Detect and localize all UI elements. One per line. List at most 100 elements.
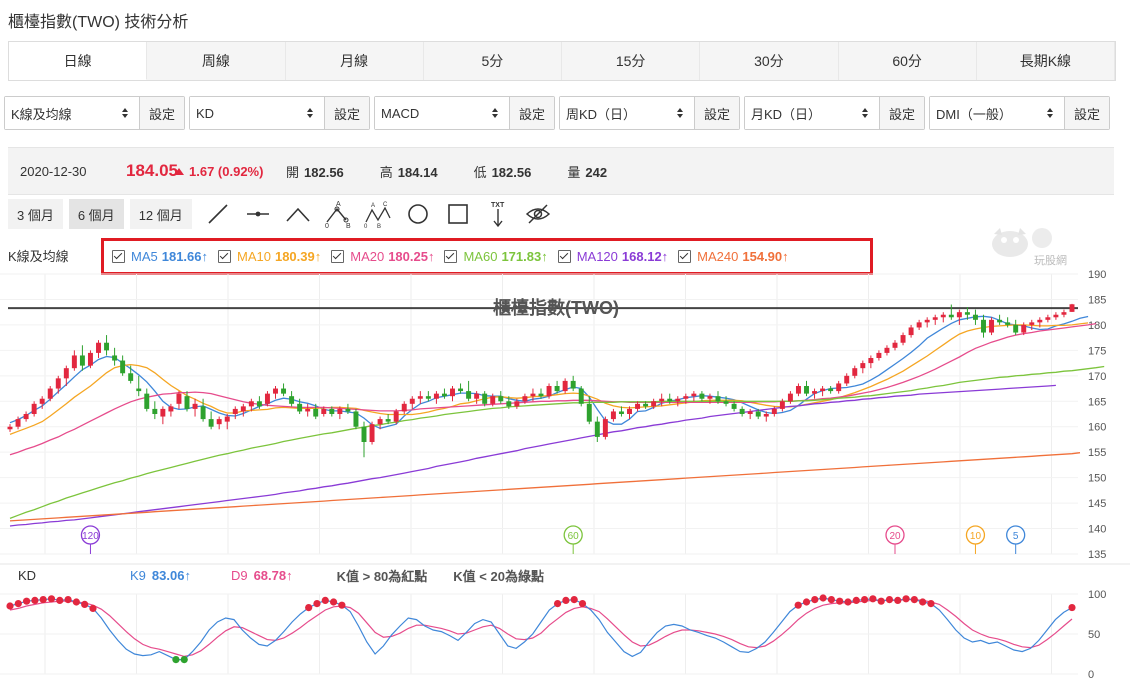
candle-body: [683, 396, 689, 399]
candle-body: [908, 327, 914, 336]
text-arrow-tool-icon[interactable]: TXT: [478, 199, 518, 229]
tab-0[interactable]: 日線: [9, 42, 148, 80]
tab-2[interactable]: 月線: [286, 42, 424, 80]
checkbox-icon[interactable]: [557, 250, 571, 263]
settings-button[interactable]: 設定: [1064, 97, 1109, 129]
ma-line-ma240: [9, 452, 1081, 522]
indicator-select[interactable]: DMI（一般）: [930, 97, 1064, 129]
tab-7[interactable]: 長期K線: [977, 42, 1115, 80]
candle-body: [240, 406, 246, 412]
kd-d-value: 68.78: [253, 568, 287, 583]
candle-body: [369, 424, 375, 442]
candle-body: [989, 319, 995, 333]
checkbox-icon[interactable]: [331, 250, 345, 263]
checkbox-icon[interactable]: [112, 250, 125, 263]
indicator-select[interactable]: 周KD（日）: [560, 97, 694, 129]
abc-tool-label-a: A: [336, 201, 341, 208]
line-tool-icon[interactable]: [198, 199, 238, 229]
quote-price: 184.05: [126, 161, 178, 180]
ma-arrow: ↑: [541, 249, 548, 264]
indicator-select[interactable]: 月KD（日）: [745, 97, 879, 129]
indicator-select-value: 周KD（日）: [566, 106, 637, 122]
candle-body: [884, 347, 890, 353]
kd-overbought-dot: [338, 601, 346, 609]
quote-volume: 量 242: [567, 162, 607, 181]
settings-button[interactable]: 設定: [139, 97, 184, 129]
period-3-months-button[interactable]: 3 個月: [8, 199, 63, 229]
candle-body: [498, 396, 504, 402]
horizontal-line-tool-icon[interactable]: [238, 199, 278, 229]
tab-4[interactable]: 15分: [562, 42, 701, 80]
period-tabs: 日線 周線 月線 5分 15分 30分 60分 長期K線: [8, 41, 1116, 81]
tab-6[interactable]: 60分: [839, 42, 977, 80]
ma-arrow: ↑: [427, 249, 435, 264]
indicator-select[interactable]: K線及均線: [5, 97, 139, 129]
ma-toggle-ma20[interactable]: MA20 180.25 ↑: [331, 249, 434, 264]
checkbox-icon[interactable]: [218, 250, 231, 263]
indicator-select[interactable]: MACD: [375, 97, 509, 129]
rectangle-tool-icon[interactable]: [438, 199, 478, 229]
kd-overbought-dot: [885, 596, 894, 604]
indicator-selector-2: MACD 設定: [374, 96, 555, 130]
tab-3[interactable]: 5分: [424, 42, 562, 80]
ma-toggle-ma60[interactable]: MA60 171.83 ↑: [444, 249, 548, 264]
ma-name: MA60: [463, 249, 498, 264]
ma-marker-label: 20: [889, 531, 901, 542]
settings-button[interactable]: 設定: [879, 97, 924, 129]
candle-body: [852, 368, 858, 376]
settings-button[interactable]: 設定: [324, 97, 369, 129]
kd-legend: KD K9 83.06 ↑ D9 68.78 ↑ K值 > 80為紅點 K值 <…: [18, 566, 544, 585]
candle-body: [409, 398, 415, 404]
checkbox-icon[interactable]: [444, 250, 458, 263]
ma-value: 168.12: [621, 249, 662, 264]
price-axis-tick: 155: [1088, 447, 1106, 459]
candle-body: [281, 388, 287, 394]
indicator-select-value: MACD: [381, 105, 420, 121]
ma-toggle-ma240[interactable]: MA240 154.90 ↑: [678, 249, 789, 264]
tab-5[interactable]: 30分: [700, 42, 839, 80]
settings-button[interactable]: 設定: [509, 97, 554, 129]
quote-bar: 2020-12-30 184.05 1.67 (0.92%) 開 182.56 高…: [8, 147, 1114, 195]
kd-k-name: K9: [130, 568, 146, 583]
angle-tool-icon[interactable]: [278, 199, 318, 229]
candle-body: [667, 398, 673, 402]
indicator-selector-row: K線及均線 設定 KD 設定 MACD 設定 周KD（日） 設定 月KD（日） 設定 DMI（一般）…: [4, 96, 1114, 130]
kd-overbought-dot: [852, 596, 860, 604]
candle-body: [441, 393, 447, 397]
candle-body: [39, 398, 45, 404]
checkbox-icon[interactable]: [678, 250, 692, 263]
candle-body: [675, 398, 681, 402]
candle-body: [264, 393, 270, 404]
ma-toggle-ma10[interactable]: MA10 180.39 ↑: [218, 249, 321, 264]
candle-body: [466, 391, 472, 399]
abc-pattern-tool-icon[interactable]: A 0 B: [318, 199, 358, 229]
hide-drawings-icon[interactable]: [518, 199, 558, 229]
kd-overbought-dot: [869, 595, 877, 603]
settings-button[interactable]: 設定: [694, 97, 739, 129]
candle-body: [538, 393, 544, 397]
ma-arrow: ↑: [314, 249, 322, 264]
ma-name: MA5: [131, 249, 158, 264]
price-axis-tick: 135: [1088, 549, 1106, 561]
period-12-months-button[interactable]: 12 個月: [129, 199, 192, 229]
ma-value: 171.83: [501, 249, 542, 264]
kd-overbought-dot: [578, 600, 587, 608]
candle-body: [450, 388, 455, 397]
candle-body: [627, 408, 632, 414]
indicator-selector-4: 月KD（日） 設定: [744, 96, 925, 130]
indicator-selector-0: K線及均線 設定: [4, 96, 185, 130]
kd-overbought-dot: [910, 596, 918, 604]
ma-name: MA240: [697, 249, 739, 264]
period-6-months-button[interactable]: 6 個月: [68, 199, 124, 229]
kd-overbought-dot: [919, 598, 927, 606]
abcd-pattern-tool-icon[interactable]: A C 0 B: [358, 199, 398, 229]
circle-tool-icon[interactable]: [398, 199, 438, 229]
indicator-select[interactable]: KD: [190, 97, 324, 129]
ma-toggle-ma120[interactable]: MA120 168.12 ↑: [557, 249, 668, 264]
candle-body: [699, 393, 705, 399]
ma-toggle-ma5[interactable]: MA5 181.66 ↑: [112, 249, 208, 264]
kd-overbought-dot: [902, 595, 910, 603]
kd-k-value: 83.06: [151, 568, 185, 583]
tab-1[interactable]: 周線: [147, 42, 286, 80]
updown-arrow-icon: [122, 108, 128, 118]
